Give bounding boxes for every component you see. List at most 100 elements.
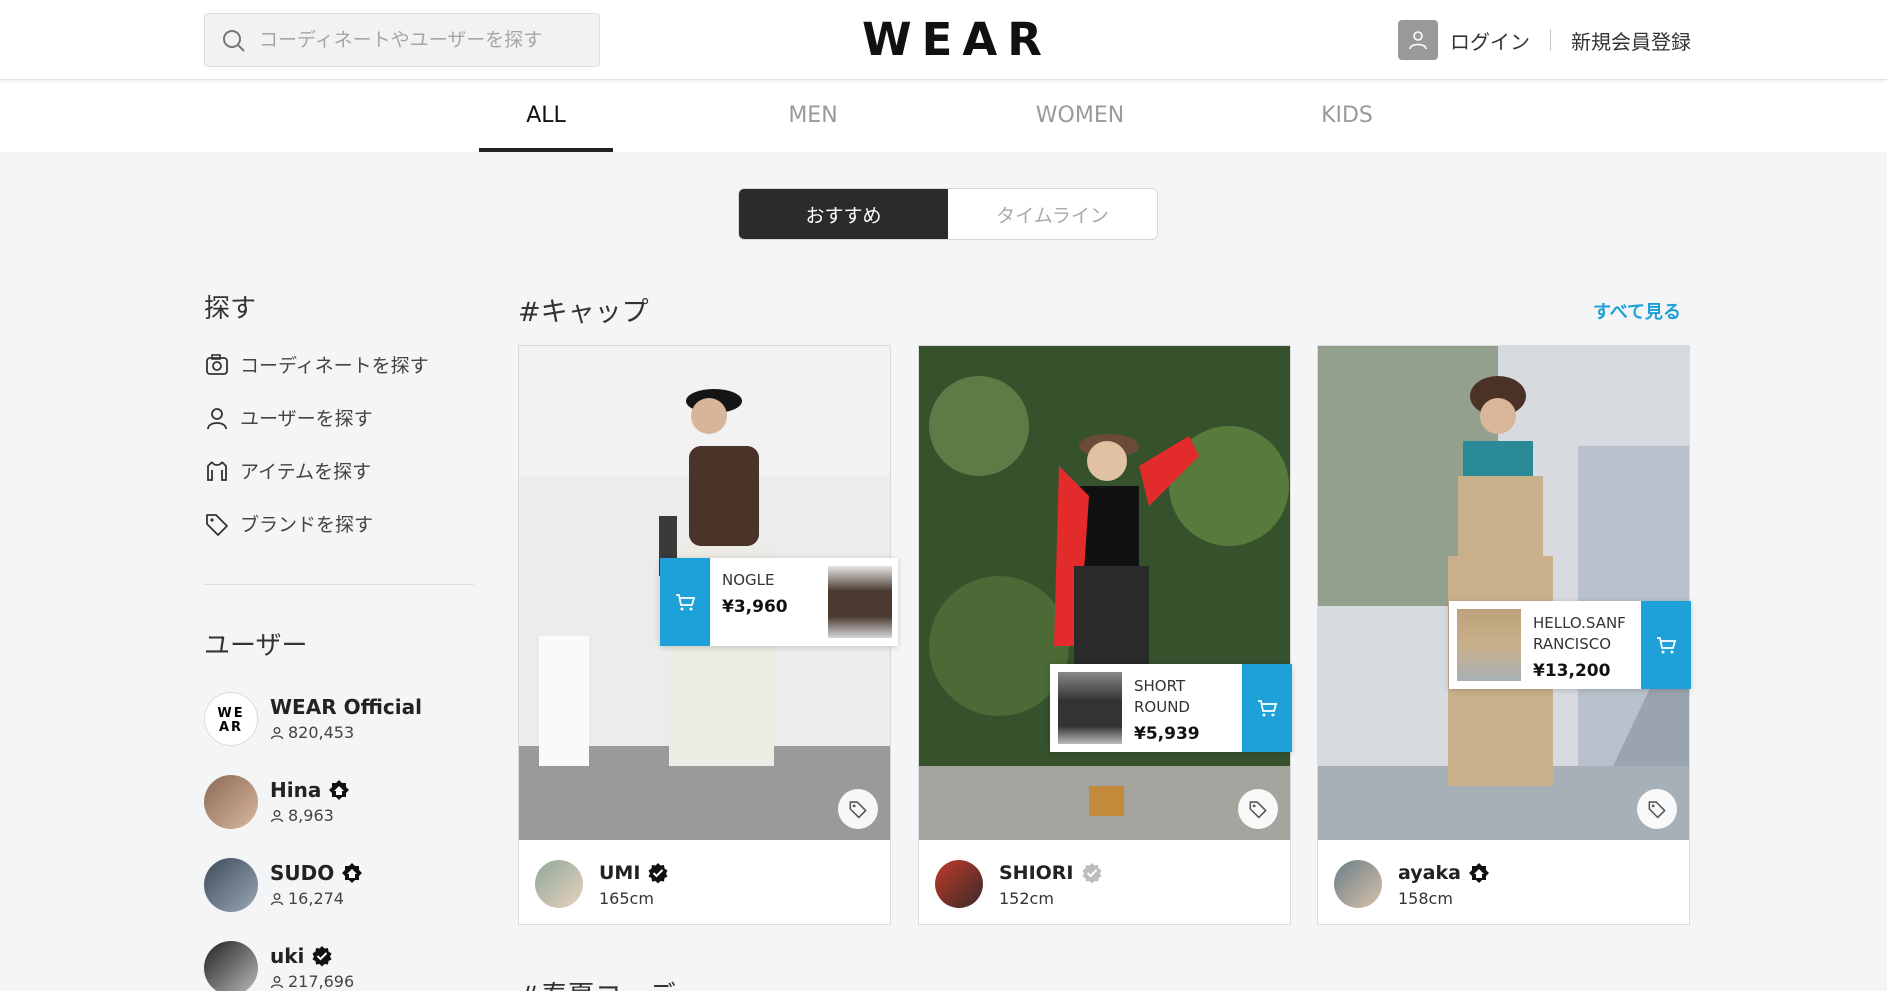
link-label: ブランドを探す — [240, 514, 374, 536]
verified-icon — [312, 946, 332, 967]
item-brand: HELLO.SANF RANCISCO — [1533, 614, 1626, 653]
user-name-row: SUDO — [270, 861, 364, 885]
user-height: 152cm — [999, 888, 1054, 908]
cart-button[interactable] — [660, 558, 710, 646]
user-name: uki — [270, 944, 305, 968]
item-popup[interactable]: SHORT ROUND ¥5,939 — [1050, 664, 1292, 752]
follower-count: 820,453 — [270, 723, 422, 742]
cart-icon — [1258, 700, 1278, 717]
search-input[interactable] — [259, 14, 589, 66]
tag-icon — [849, 801, 867, 819]
card-footer: UMI 165cm — [535, 858, 670, 910]
link-find-users[interactable]: ユーザーを探す — [204, 391, 474, 444]
svg-text:AR: AR — [219, 720, 243, 735]
avatar: WE AR — [204, 691, 258, 746]
item-brand: NOGLE — [722, 571, 775, 589]
verified-grey-icon — [1082, 862, 1102, 883]
camera-icon — [206, 353, 228, 375]
follower-icon — [270, 892, 284, 905]
tab-men[interactable]: MEN — [746, 80, 880, 152]
link-find-coordinates[interactable]: コーディネートを探す — [204, 338, 474, 391]
item-thumbnail — [828, 566, 892, 638]
tab-all[interactable]: ALL — [479, 80, 613, 152]
wear-logo[interactable]: WEAR — [862, 14, 1042, 66]
user-name[interactable]: SHIORI — [999, 862, 1074, 884]
sidebar-divider — [204, 584, 474, 585]
coordinate-card[interactable]: NOGLE ¥3,960 UMI 165cm — [518, 345, 898, 925]
item-price: ¥5,939 — [1134, 724, 1200, 744]
tab-women[interactable]: WOMEN — [1013, 80, 1147, 152]
see-all-link[interactable]: すべて見る — [1593, 298, 1681, 324]
item-popup[interactable]: NOGLE ¥3,960 — [660, 558, 898, 646]
header: WEAR ログイン 新規会員登録 — [0, 0, 1887, 80]
toggle-timeline[interactable]: タイムライン — [948, 189, 1157, 239]
avatar — [204, 774, 258, 829]
avatar[interactable] — [1334, 860, 1382, 908]
link-find-brands[interactable]: ブランドを探す — [204, 497, 474, 550]
follower-icon — [270, 975, 284, 988]
search-box[interactable] — [204, 13, 600, 67]
user-icon[interactable] — [1398, 20, 1438, 60]
user-name: SUDO — [270, 861, 335, 885]
link-label: アイテムを探す — [240, 461, 372, 483]
cart-icon — [676, 594, 696, 611]
login-link[interactable]: ログイン — [1450, 26, 1530, 55]
link-label: ユーザーを探す — [240, 408, 373, 430]
gender-tabs: ALL MEN WOMEN KIDS — [0, 80, 1887, 152]
avatar — [204, 940, 258, 991]
coordinate-card[interactable]: SHORT ROUND ¥5,939 SHIORI 152cm — [918, 345, 1292, 925]
tag-icon — [1249, 801, 1267, 819]
item-info: SHORT ROUND ¥5,939 — [1122, 664, 1242, 752]
tag-button[interactable] — [1637, 789, 1677, 829]
avatar[interactable] — [935, 860, 983, 908]
follower-count: 217,696 — [270, 972, 354, 991]
link-find-items[interactable]: アイテムを探す — [204, 444, 474, 497]
follower-count: 8,963 — [270, 806, 351, 825]
follower-number: 217,696 — [288, 972, 355, 991]
cart-button[interactable] — [1641, 601, 1691, 689]
person-icon — [207, 407, 227, 429]
divider — [1550, 29, 1551, 51]
wearista-icon — [329, 780, 350, 800]
user-item-uki[interactable]: uki 217,696 — [204, 926, 474, 991]
user-height: 165cm — [599, 888, 654, 908]
link-label: コーディネートを探す — [240, 355, 429, 377]
user-item-hina[interactable]: Hina 8,963 — [204, 760, 474, 843]
user-item-sudo[interactable]: SUDO 16,274 — [204, 843, 474, 926]
item-info: NOGLE ¥3,960 — [710, 558, 828, 646]
coordinate-photo[interactable] — [1318, 346, 1689, 840]
tab-kids[interactable]: KIDS — [1280, 80, 1414, 152]
cart-icon — [1657, 637, 1677, 654]
item-brand: SHORT ROUND — [1134, 677, 1190, 716]
coordinate-card[interactable]: HELLO.SANF RANCISCO ¥13,200 ayaka 158cm — [1317, 345, 1691, 925]
item-popup[interactable]: HELLO.SANF RANCISCO ¥13,200 — [1449, 601, 1691, 689]
auth-links: ログイン 新規会員登録 — [1398, 20, 1691, 60]
shirt-icon — [207, 460, 227, 481]
user-name-row: UMI — [599, 861, 670, 885]
avatar[interactable] — [535, 860, 583, 908]
register-link[interactable]: 新規会員登録 — [1571, 26, 1691, 55]
wearista-icon — [1468, 862, 1489, 883]
user-item-wear-official[interactable]: WE AR WEAR Official 820,453 — [204, 677, 474, 760]
user-name-row: SHIORI — [999, 861, 1104, 885]
toggle-recommended[interactable]: おすすめ — [739, 189, 948, 239]
follower-number: 8,963 — [288, 806, 334, 825]
follower-count: 16,274 — [270, 889, 364, 908]
user-name[interactable]: ayaka — [1398, 862, 1461, 884]
card-footer: SHIORI 152cm — [935, 858, 1104, 910]
user-name-row: Hina — [270, 778, 351, 802]
card-footer: ayaka 158cm — [1334, 858, 1491, 910]
users-title: ユーザー — [204, 631, 308, 661]
follower-number: 820,453 — [288, 723, 355, 742]
tag-button[interactable] — [838, 789, 878, 829]
follower-icon — [270, 809, 284, 822]
item-price: ¥13,200 — [1533, 661, 1611, 681]
explore-title: 探す — [204, 294, 257, 324]
sidebar: 探す コーディネートを探す ユーザーを探す アイテムを探す ブランドを探す ユー… — [204, 288, 474, 991]
cart-button[interactable] — [1242, 664, 1292, 752]
tag-button[interactable] — [1238, 789, 1278, 829]
coordinate-photo[interactable] — [919, 346, 1290, 840]
tag-icon — [206, 513, 228, 536]
user-name[interactable]: UMI — [599, 862, 640, 884]
section-title: #キャップ — [518, 297, 649, 328]
